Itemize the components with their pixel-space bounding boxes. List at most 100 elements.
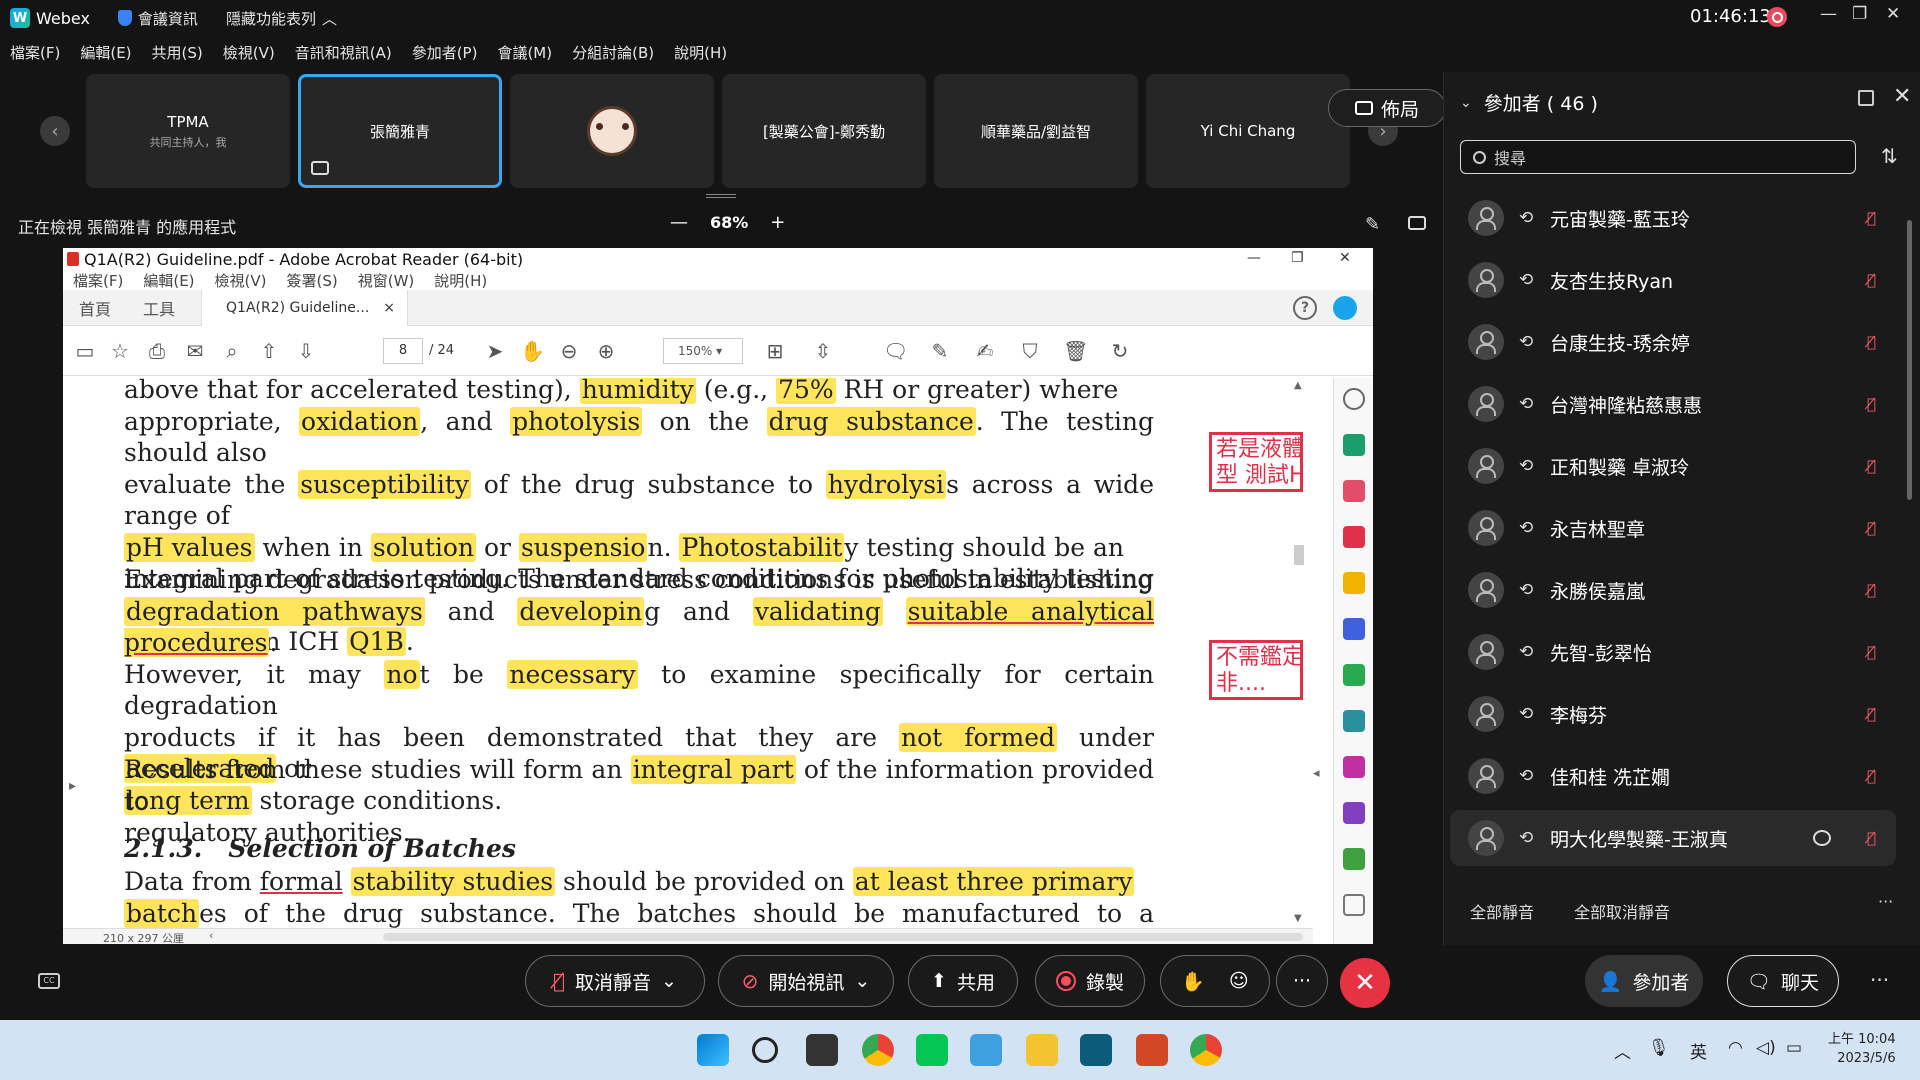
participants-scrollbar[interactable]: [1905, 190, 1915, 890]
raise-hand-icon[interactable]: ✋: [1181, 970, 1205, 993]
participants-button[interactable]: 👤 參加者: [1585, 955, 1703, 1007]
chat-button[interactable]: 🗨 聊天: [1727, 955, 1839, 1007]
scrollbar-thumb[interactable]: [1294, 545, 1304, 565]
video-thumbnail[interactable]: 順華藥品/劉益智: [934, 74, 1138, 188]
muted-mic-icon[interactable]: 🎙̸: [1867, 395, 1876, 413]
battery-icon[interactable]: ▭: [1786, 1038, 1802, 1058]
horizontal-scrollbar[interactable]: 210 x 297 公厘 ‹: [63, 928, 1313, 944]
annotation-note[interactable]: 若是液體劑 型 測試HOl: [1209, 432, 1303, 492]
meeting-info-button[interactable]: 會議資訊: [117, 8, 198, 29]
save-icon[interactable]: ▭: [73, 339, 97, 363]
collapse-right-pane-icon[interactable]: ◂: [1313, 766, 1320, 781]
expand-left-pane-icon[interactable]: ▸: [69, 778, 76, 794]
email-icon[interactable]: ✉: [183, 339, 207, 363]
webex-taskbar-icon[interactable]: [1080, 1034, 1112, 1066]
muted-mic-icon[interactable]: 🎙̸: [1867, 581, 1876, 599]
muted-mic-icon[interactable]: 🎙̸: [1867, 643, 1876, 661]
sort-icon[interactable]: ⇅: [1881, 144, 1898, 168]
menu-file[interactable]: 檔案(F): [10, 42, 60, 70]
chat-bubble-icon[interactable]: [1813, 830, 1831, 846]
popout-icon[interactable]: [1858, 90, 1874, 106]
video-thumbnail[interactable]: [510, 74, 714, 188]
chevron-down-icon[interactable]: ⌄: [661, 970, 677, 992]
list-item[interactable]: ⟲ 元宙製藥-藍玉玲 🎙̸: [1444, 190, 1890, 246]
scan-icon[interactable]: [1343, 710, 1365, 732]
muted-mic-icon[interactable]: 🎙̸: [1867, 333, 1876, 351]
unmute-button[interactable]: 🎙̸ 取消靜音 ⌄: [525, 955, 705, 1007]
select-cursor-icon[interactable]: ➤: [483, 339, 507, 363]
list-item-hovered[interactable]: ⟲ 明大化學製藥-王淑真 🎙̸: [1450, 810, 1896, 866]
close-panel-icon[interactable]: ✕: [1893, 84, 1911, 109]
photos-icon[interactable]: [970, 1034, 1002, 1066]
acrobat-menu-item[interactable]: 編輯(E): [143, 270, 194, 290]
search-input[interactable]: 搜尋: [1460, 140, 1856, 174]
close-tab-icon[interactable]: ×: [383, 300, 395, 316]
chevron-down-icon[interactable]: ⌄: [1460, 95, 1472, 111]
annotate-icon[interactable]: ✎: [1365, 214, 1380, 235]
acrobat-menu-item[interactable]: 檔案(F): [73, 270, 123, 290]
record-button[interactable]: 錄製: [1035, 955, 1145, 1007]
muted-mic-icon[interactable]: 🎙̸: [1867, 209, 1876, 227]
hide-menu-button[interactable]: 隱藏功能表列 ︿: [226, 8, 337, 29]
acrobat-minimize-button[interactable]: —: [1247, 250, 1261, 266]
stamp-icon[interactable]: ⛉: [1018, 339, 1042, 363]
zoom-tool-icon[interactable]: [1343, 388, 1365, 410]
search-icon[interactable]: ⌕: [220, 339, 244, 363]
muted-mic-icon[interactable]: 🎙̸: [1867, 767, 1876, 785]
start-menu-icon[interactable]: [697, 1034, 729, 1066]
video-thumbnail-active[interactable]: 張簡雅青: [298, 74, 502, 188]
acrobat-menu-item[interactable]: 簽署(S): [287, 270, 338, 290]
popout-share-icon[interactable]: [1408, 216, 1426, 230]
list-item[interactable]: ⟲ 永吉林聖章 🎙̸: [1444, 500, 1890, 556]
comment-icon[interactable]: 🗨: [883, 339, 908, 363]
minimize-button[interactable]: —: [1820, 4, 1837, 24]
reactions-icon[interactable]: ☺: [1229, 970, 1249, 992]
h-scroll-track[interactable]: [323, 933, 1303, 941]
page-number-input[interactable]: 8: [383, 338, 423, 364]
resize-handle[interactable]: [706, 194, 736, 198]
video-thumbnail[interactable]: Yi Chi Chang: [1146, 74, 1350, 188]
more-options-icon[interactable]: ···: [1878, 892, 1893, 911]
delete-icon[interactable]: 🗑: [1063, 339, 1088, 363]
share-button[interactable]: ⬆ 共用: [908, 955, 1018, 1007]
unmute-all-button[interactable]: 全部取消靜音: [1574, 899, 1670, 923]
task-view-icon[interactable]: [806, 1034, 838, 1066]
sign-icon[interactable]: ✍: [973, 339, 997, 363]
fit-page-icon[interactable]: ⊞: [763, 339, 787, 363]
protect-icon[interactable]: [1343, 802, 1365, 824]
menu-help[interactable]: 說明(H): [674, 42, 727, 70]
captions-icon[interactable]: CC: [38, 973, 60, 989]
list-item[interactable]: ⟲ 永勝侯嘉嵐 🎙̸: [1444, 562, 1890, 618]
video-thumbnail[interactable]: [製藥公會]-鄭秀勤: [722, 74, 926, 188]
comment-tool-icon[interactable]: [1343, 572, 1365, 594]
vertical-scrollbar[interactable]: ▲ ▼: [1292, 380, 1306, 924]
menu-participants[interactable]: 參加者(P): [412, 42, 478, 70]
muted-mic-icon[interactable]: 🎙̸: [1867, 519, 1876, 537]
thumbnails-prev-button[interactable]: ‹: [40, 116, 70, 146]
muted-mic-icon[interactable]: 🎙̸: [1867, 271, 1876, 289]
export-pdf-icon[interactable]: [1343, 526, 1365, 548]
collapse-rail-icon[interactable]: [1343, 894, 1365, 916]
bookmark-star-icon[interactable]: ☆: [108, 339, 132, 363]
more-panels-icon[interactable]: ···: [1870, 968, 1889, 992]
menu-edit[interactable]: 編輯(E): [80, 42, 131, 70]
mic-muted-icon[interactable]: 🎙: [1648, 1038, 1670, 1058]
help-icon[interactable]: ?: [1293, 296, 1317, 320]
create-pdf-icon[interactable]: [1343, 434, 1365, 456]
system-clock[interactable]: 上午 10:04 2023/5/6: [1828, 1030, 1896, 1068]
line-icon[interactable]: [916, 1034, 948, 1066]
list-item[interactable]: ⟲ 台灣神隆粘慈惠惠 🎙̸: [1444, 376, 1890, 432]
menu-meeting[interactable]: 會議(M): [497, 42, 552, 70]
zoom-in-button[interactable]: +: [770, 212, 785, 233]
rotate-icon[interactable]: ↻: [1108, 339, 1132, 363]
page-up-icon[interactable]: ⇧: [257, 339, 281, 363]
scroll-up-icon[interactable]: ▲: [1294, 380, 1302, 391]
shared-application[interactable]: Q1A(R2) Guideline.pdf - Adobe Acrobat Re…: [63, 248, 1373, 944]
organize-pages-icon[interactable]: [1343, 480, 1365, 502]
page-down-icon[interactable]: ⇩: [294, 339, 318, 363]
tab-tools[interactable]: 工具: [127, 290, 191, 326]
muted-mic-icon[interactable]: 🎙̸: [1867, 829, 1876, 847]
document-area[interactable]: ▸ above that for accelerated testing), h…: [63, 378, 1373, 944]
compare-icon[interactable]: [1343, 664, 1365, 686]
list-item[interactable]: ⟲ 友杏生技Ryan 🎙̸: [1444, 252, 1890, 308]
